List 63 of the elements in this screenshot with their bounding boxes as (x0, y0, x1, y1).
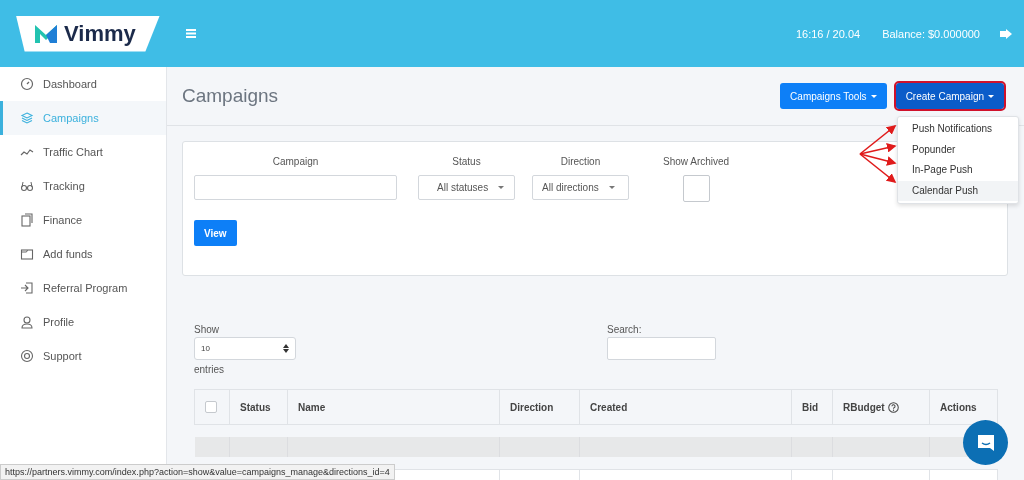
column-header[interactable]: Name (287, 389, 500, 425)
menu-item[interactable]: Calendar Push (898, 180, 1018, 201)
column-header[interactable]: Bid (791, 389, 833, 425)
caret-icon (608, 186, 615, 189)
tools-button[interactable]: Campaigns Tools (780, 83, 887, 109)
menu-item[interactable]: In-Page Push (898, 160, 1018, 181)
logout-icon[interactable] (1000, 28, 1012, 39)
campaign-input-field[interactable] (194, 175, 397, 200)
sort-arrows-icon (283, 344, 289, 353)
checkbox[interactable] (205, 401, 217, 413)
view-button[interactable]: View (194, 220, 237, 246)
lifebuoy-icon (20, 349, 34, 363)
page-size-select[interactable]: 10 (194, 337, 296, 360)
layers-icon (20, 111, 34, 125)
create-campaign-button[interactable]: Create Campaign (895, 83, 1004, 109)
field-label: Direction (560, 156, 601, 167)
annotation-arrows-drawing (859, 125, 897, 183)
sign-in-icon (20, 281, 34, 295)
sidebar-item[interactable]: Profile (0, 305, 166, 339)
caret-icon (988, 94, 994, 98)
sidebar-item[interactable]: Finance (0, 203, 166, 237)
sidebar-item[interactable]: Support (0, 339, 166, 373)
search-label: Search: (607, 324, 643, 335)
field-label: Show Archived (663, 156, 730, 167)
status-url: https://partners.vimmy.com/index.php?action=show&value=campaigns_manage&directions_id=4 (0, 464, 395, 480)
column-header[interactable]: Created (579, 389, 792, 425)
select-value: 10 (201, 344, 210, 353)
help-icon (887, 401, 899, 413)
logo-icon (34, 23, 58, 44)
page-title: Campaigns (182, 85, 279, 107)
entries-label: entries (194, 364, 225, 375)
sidebar-item[interactable]: Referral Program (0, 271, 166, 305)
chat-bubble-icon (975, 432, 996, 453)
glasses-icon (20, 179, 34, 193)
select-value: All statuses (437, 182, 489, 193)
search-field[interactable] (607, 337, 716, 360)
select-value: All directions (542, 182, 599, 193)
field-label: Campaign (272, 156, 319, 167)
user-icon (20, 315, 34, 329)
menu-icon[interactable] (185, 29, 196, 38)
sidebar-item[interactable]: Traffic Chart (0, 135, 166, 169)
menu-item[interactable]: Popunder (898, 139, 1018, 160)
select-field[interactable]: All statuses (418, 175, 515, 200)
select-field[interactable]: All directions (532, 175, 629, 200)
column-header[interactable]: RBudget (832, 389, 930, 425)
documents-icon (20, 213, 34, 227)
time-text: 16:16 / 20.04 (795, 27, 861, 40)
show-label: Show (194, 324, 220, 335)
sidebar-item[interactable]: Tracking (0, 169, 166, 203)
sidebar-item[interactable]: Dashboard (0, 67, 166, 101)
menu-item[interactable]: Push Notifications (898, 119, 1018, 140)
balance-text: Balance: $0.000000 (882, 27, 980, 40)
column-header[interactable]: Direction (499, 389, 580, 425)
caret-icon (870, 94, 877, 98)
column-header[interactable]: Status (229, 389, 288, 425)
sidebar-item[interactable]: Add funds (0, 237, 166, 271)
checkbox[interactable] (682, 175, 710, 202)
field-label: Status (452, 156, 481, 167)
column-header[interactable]: Actions (929, 389, 998, 425)
gauge-icon (20, 77, 34, 91)
logo-text: Vimmy (64, 20, 136, 47)
folder-icon (20, 247, 34, 261)
caret-icon (498, 186, 505, 189)
